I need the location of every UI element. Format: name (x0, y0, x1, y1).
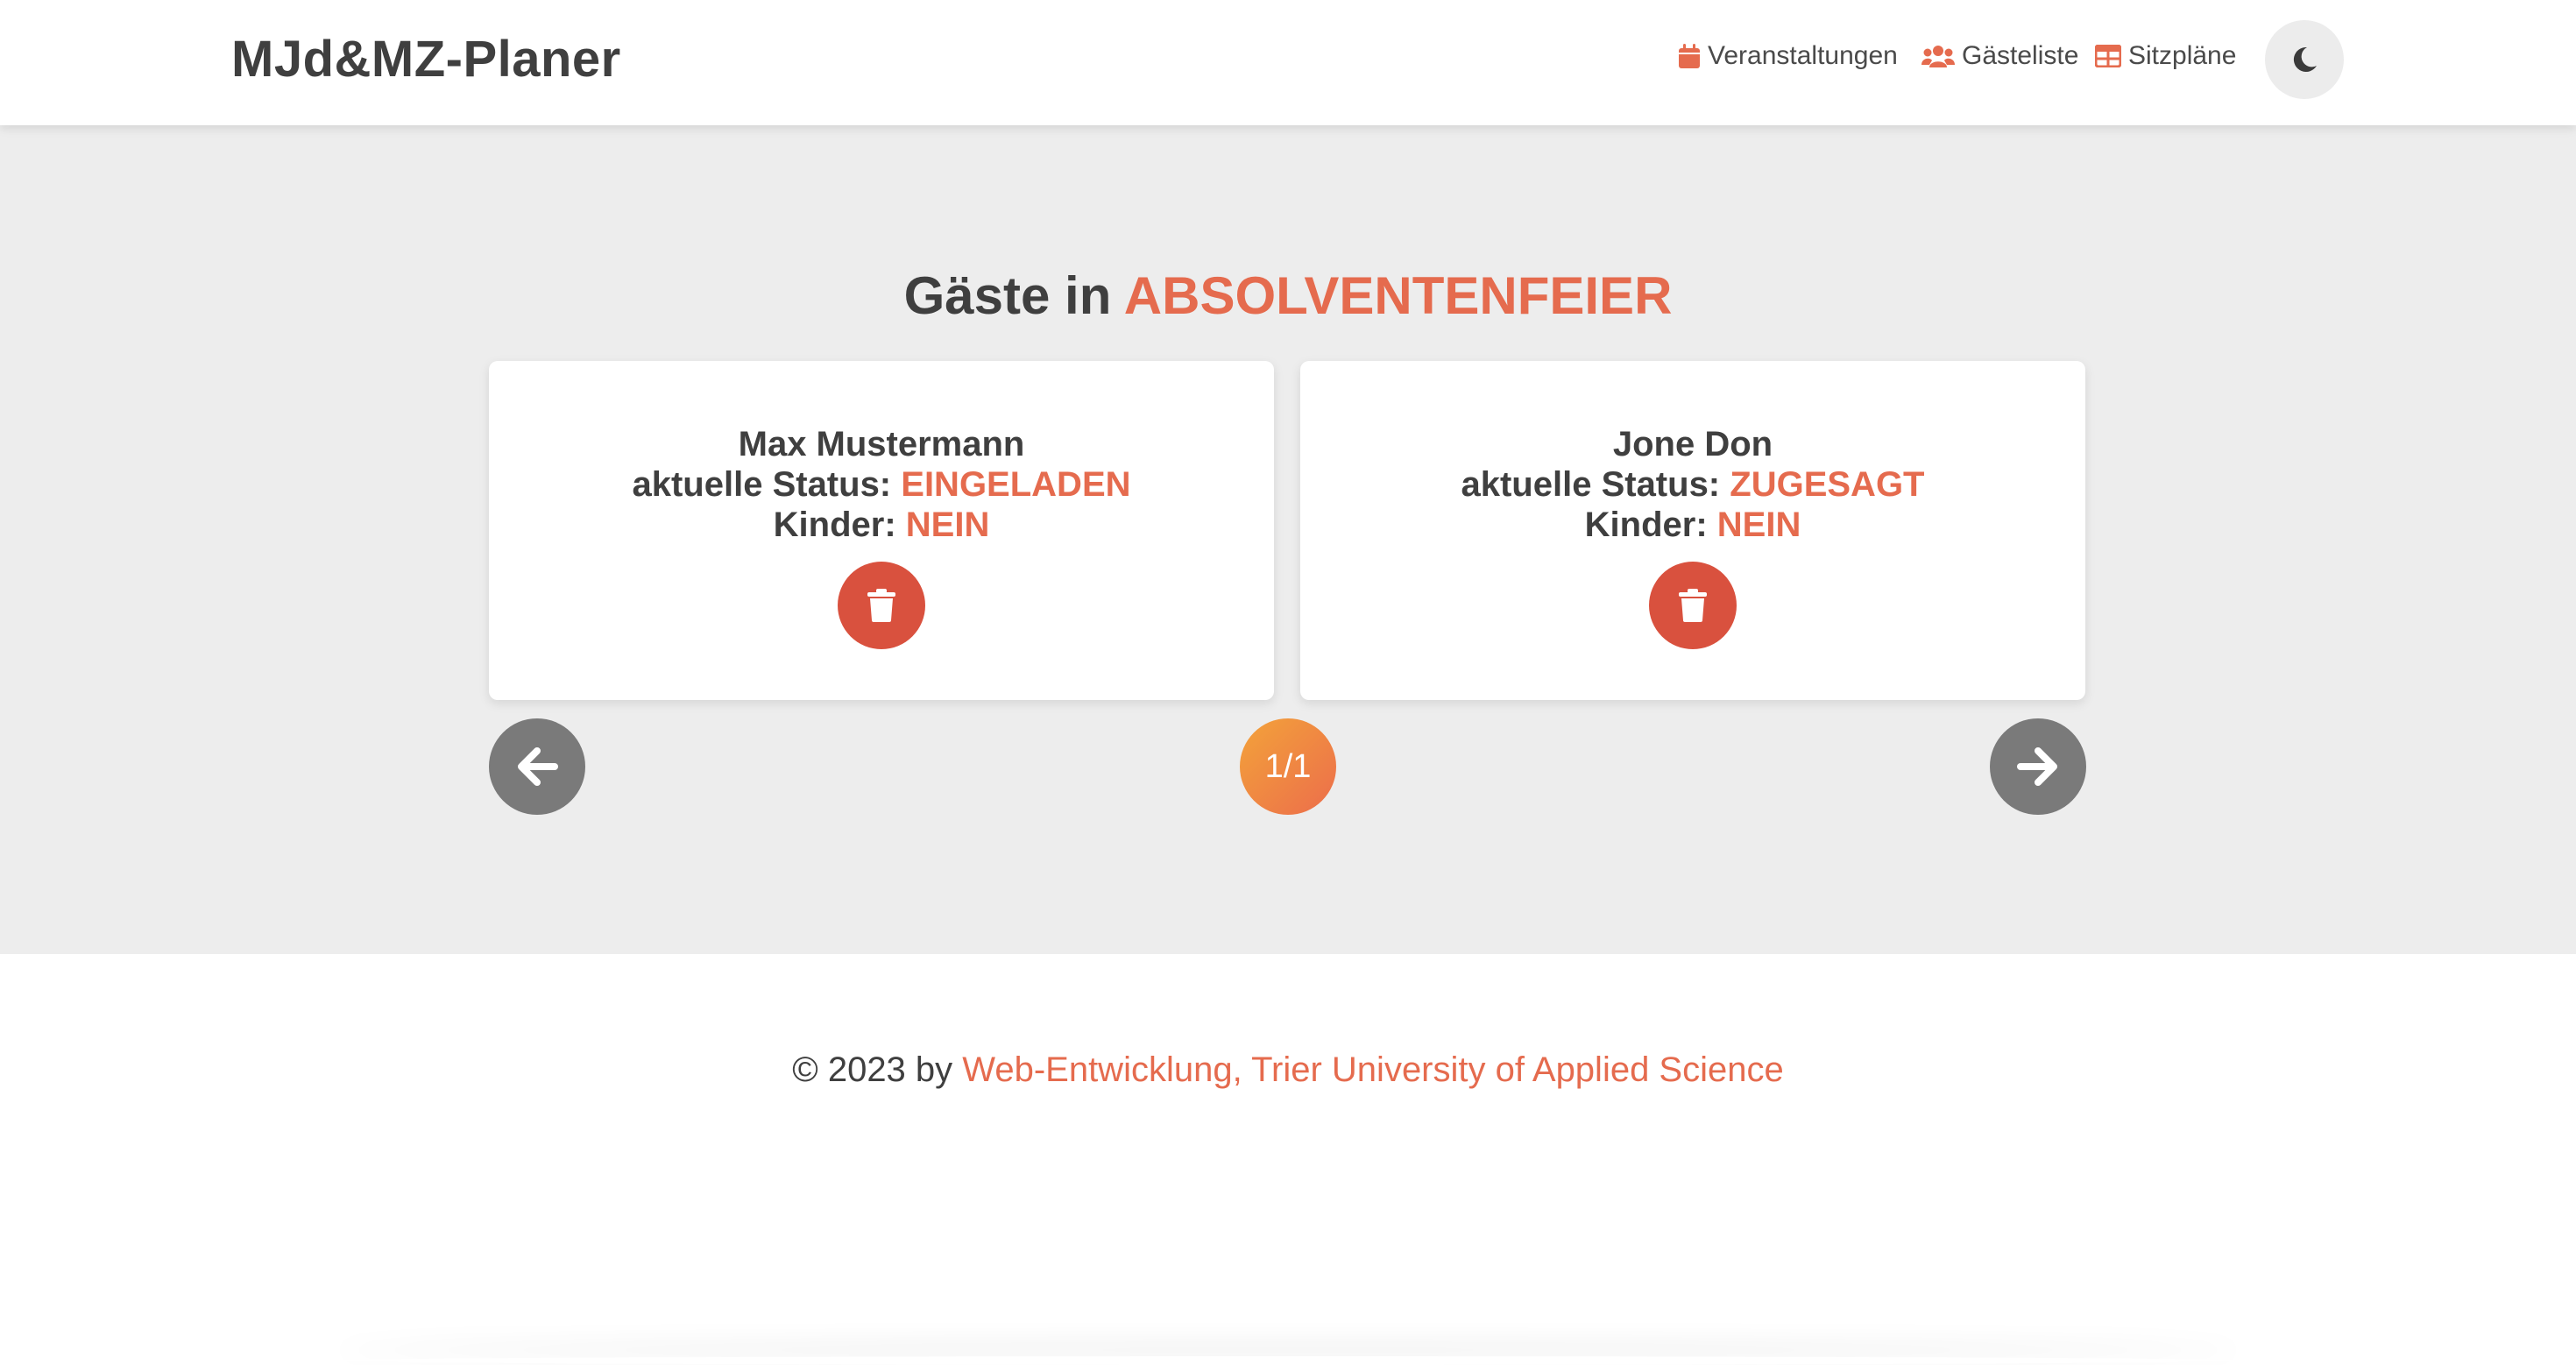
page-title: Gäste in ABSOLVENTENFEIER (0, 265, 2576, 326)
footer-copyright: © 2023 by Web-Entwicklung, Trier Univers… (0, 1050, 2576, 1090)
table-icon (2095, 45, 2121, 67)
guest-card: Max Mustermann aktuelle Status: EINGELAD… (489, 361, 1274, 700)
status-value: ZUGESAGT (1730, 465, 1925, 504)
moon-icon (2293, 46, 2317, 72)
trash-icon (867, 589, 895, 622)
trash-icon (1679, 589, 1707, 622)
guest-name: Max Mustermann (738, 425, 1025, 463)
status-value: EINGELADEN (901, 465, 1131, 504)
status-label: aktuelle Status: (632, 465, 892, 504)
guest-name: Jone Don (1612, 425, 1773, 463)
guest-kids-line: Kinder: NEIN (1300, 505, 2085, 545)
nav-sitzplaene[interactable]: Sitzpläne (2095, 39, 2236, 74)
kids-label: Kinder: (1584, 506, 1708, 544)
guest-kids-line: Kinder: NEIN (489, 505, 1274, 545)
nav-veranstaltungen-label: Veranstaltungen (1708, 41, 1898, 70)
nav-veranstaltungen[interactable]: Veranstaltungen (1678, 39, 1898, 74)
theme-toggle-button[interactable] (2265, 20, 2344, 99)
guest-status-line: aktuelle Status: ZUGESAGT (1300, 464, 2085, 505)
brand-logo-text[interactable]: MJd&MZ-Planer (231, 30, 621, 88)
delete-guest-button[interactable] (1649, 562, 1737, 649)
delete-guest-button[interactable] (838, 562, 925, 649)
page-indicator: 1/1 (1240, 718, 1336, 815)
footer-link[interactable]: Web-Entwicklung, Trier University of App… (962, 1050, 1783, 1089)
footer-prefix: © 2023 by (792, 1050, 953, 1089)
title-prefix: Gäste in (903, 266, 1112, 325)
next-page-button[interactable] (1990, 718, 2086, 815)
guest-section: Gäste in ABSOLVENTENFEIER Max Mustermann… (0, 125, 2576, 954)
calendar-icon (1679, 44, 1700, 68)
guest-card: Jone Don aktuelle Status: ZUGESAGT Kinde… (1300, 361, 2085, 700)
status-label: aktuelle Status: (1461, 465, 1721, 504)
nav-sitzplaene-label: Sitzpläne (2128, 41, 2237, 70)
previous-page-button[interactable] (489, 718, 585, 815)
arrow-right-icon (2017, 747, 2057, 786)
guest-status-line: aktuelle Status: EINGELADEN (489, 464, 1274, 505)
bottom-shadow (333, 1356, 2243, 1365)
arrow-left-icon (518, 747, 558, 786)
kids-value: NEIN (1716, 506, 1801, 544)
kids-label: Kinder: (773, 506, 896, 544)
page-footer: © 2023 by Web-Entwicklung, Trier Univers… (0, 954, 2576, 1360)
kids-value: NEIN (905, 506, 990, 544)
nav-gaesteliste-label: Gästeliste (1962, 41, 2079, 70)
top-navbar: MJd&MZ-Planer Veranstaltungen Gästeliste… (0, 0, 2576, 125)
nav-gaesteliste[interactable]: Gästeliste (1921, 39, 2078, 74)
event-name: ABSOLVENTENFEIER (1123, 266, 1673, 325)
users-icon (1921, 46, 1955, 67)
